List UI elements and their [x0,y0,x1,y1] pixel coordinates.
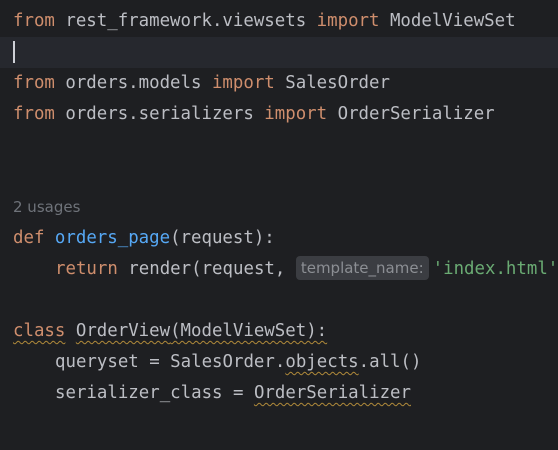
module-path: rest_framework.viewsets [54,11,317,31]
function-name: orders_page [54,228,171,248]
queryset-assignment: queryset = SalesOrder. [55,352,286,372]
function-params: (request): [170,228,275,248]
code-line-3[interactable]: from orders.models import SalesOrder [0,68,558,99]
keyword-return: return [55,259,118,279]
code-line-queryset[interactable]: queryset = SalesOrder.objects.all() [0,347,558,378]
parameter-hint: template_name: [295,256,429,280]
imported-name: SalesOrder [274,73,390,93]
module-path: orders.models [54,73,212,93]
keyword-import: import [264,104,328,124]
imported-name: ModelViewSet [379,11,516,31]
keyword-class: class [13,321,66,341]
code-editor[interactable]: from rest_framework.viewsets import Mode… [0,0,558,450]
objects-attribute: objects [285,352,359,372]
module-path: orders.serializers [54,104,265,124]
usages-line[interactable]: 2 usages [0,192,558,223]
code-line-def[interactable]: def orders_page(request): [0,223,558,254]
code-line-return[interactable]: return render(request, template_name:'in… [0,254,558,285]
keyword-import: import [316,11,380,31]
code-line-1[interactable]: from rest_framework.viewsets import Mode… [0,6,558,37]
code-line-2-current[interactable] [0,37,558,68]
class-bases: (ModelViewSet): [170,321,328,341]
keyword-import: import [211,73,275,93]
all-call: .all() [358,352,422,372]
code-line-class[interactable]: class OrderView(ModelViewSet): [0,316,558,347]
class-name: OrderView [75,321,171,341]
usages-hint[interactable]: 2 usages [13,198,80,216]
code-line-serializer[interactable]: serializer_class = OrderSerializer [0,378,558,409]
text-caret [13,41,15,63]
render-call: render(request, [117,259,296,279]
string-literal: 'index.html') [432,259,558,279]
serializer-class-value: OrderSerializer [253,383,411,403]
keyword-from: from [13,11,55,31]
code-line-4[interactable]: from orders.serializers import OrderSeri… [0,99,558,130]
serializer-assignment: serializer_class = [55,383,254,403]
imported-name: OrderSerializer [327,104,495,124]
keyword-from: from [13,73,55,93]
keyword-from: from [13,104,55,124]
keyword-def: def [13,228,45,248]
